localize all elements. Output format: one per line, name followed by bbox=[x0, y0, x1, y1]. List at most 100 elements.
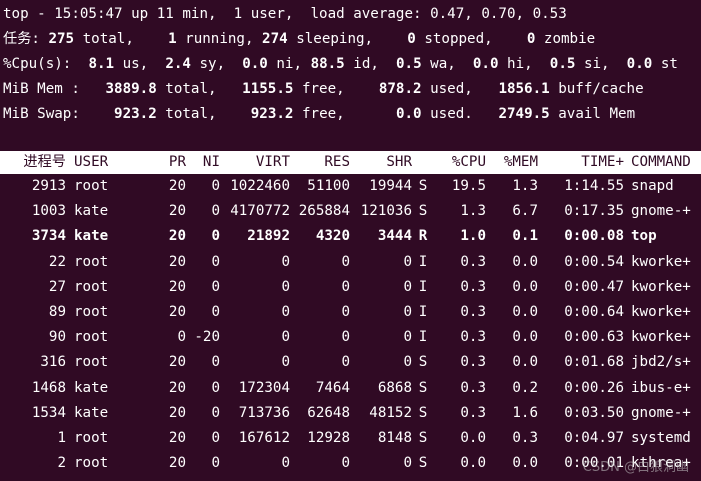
mem-line: MiB Mem : 3889.8 total, 1155.5 free, 878… bbox=[3, 81, 644, 97]
process-row[interactable]: 3734 kate 20 0 21892 4320 3444 R 1.0 0.1 0:00.08 to… bbox=[0, 224, 701, 249]
header-virt[interactable]: VIRT bbox=[220, 151, 290, 174]
process-row[interactable]: 1 root 20 0 167612 12928 8148 S 0.0 0.3 0:04.97 sys… bbox=[0, 426, 701, 451]
cell-ni: 0 bbox=[211, 228, 220, 245]
cell-pr: 20 bbox=[168, 354, 186, 371]
process-row[interactable]: 22 root 20 0 0 0 0 I 0.3 0.0 0:00.54 kworke+ bbox=[0, 250, 701, 275]
cell-cpu: 1.3 bbox=[460, 203, 486, 220]
cell-state: I bbox=[418, 329, 428, 346]
cell-mem: 0.0 bbox=[512, 253, 538, 270]
cell-mem: 0.0 bbox=[512, 304, 538, 321]
cell-command: systemd bbox=[631, 430, 691, 447]
header-user[interactable]: USER bbox=[66, 151, 152, 174]
cell-ni: 0 bbox=[211, 455, 220, 472]
cell-shr: 0 bbox=[403, 304, 412, 321]
cell-time: 0:00.47 bbox=[564, 278, 624, 295]
cell-cpu: 0.0 bbox=[460, 455, 486, 472]
process-row[interactable]: 2 root 20 0 0 0 0 S 0.0 0.0 0:00.01 kthrea+ bbox=[0, 451, 701, 476]
process-row[interactable]: 2913 root 20 0 1022460 51100 19944 S 19.5 1.3 1:14… bbox=[0, 174, 701, 199]
cell-res: 0 bbox=[341, 253, 350, 270]
cell-time: 0:03.50 bbox=[564, 404, 624, 421]
cell-shr: 6868 bbox=[377, 379, 412, 396]
cell-state: S bbox=[418, 203, 428, 220]
cell-command: snapd bbox=[631, 178, 674, 194]
cell-ni: 0 bbox=[211, 203, 220, 220]
cell-user: kate bbox=[74, 404, 109, 421]
cell-command: kworke+ bbox=[631, 304, 691, 321]
process-row[interactable]: 1003 kate 20 0 4170772 265884 121036 S 1.3 6.7 0:1… bbox=[0, 199, 701, 224]
cell-state: S bbox=[418, 379, 428, 396]
cell-res: 0 bbox=[341, 278, 350, 295]
tasks-line: 任务: 275 total, 1 running, 274 sleeping, … bbox=[3, 31, 596, 47]
cell-pid: 1534 bbox=[31, 404, 66, 421]
process-row[interactable]: 316 root 20 0 0 0 0 S 0.3 0.0 0:01.68 jbd2/s+ bbox=[0, 350, 701, 375]
cell-command: jbd2/s+ bbox=[631, 354, 691, 371]
cell-virt: 713736 bbox=[238, 404, 290, 421]
cell-cpu: 0.3 bbox=[460, 329, 486, 346]
cell-pid: 316 bbox=[40, 354, 66, 371]
tasks-total: 275 bbox=[48, 31, 75, 47]
header-mem[interactable]: %MEM bbox=[486, 151, 538, 174]
header-shr[interactable]: SHR bbox=[350, 151, 412, 174]
swap-label: MiB Swap: bbox=[3, 106, 80, 122]
header-pid[interactable]: 进程号 bbox=[0, 151, 66, 174]
cell-pr: 20 bbox=[168, 203, 186, 220]
cell-virt: 1022460 bbox=[230, 178, 290, 194]
cell-user: root bbox=[74, 354, 109, 371]
cell-res: 0 bbox=[341, 304, 350, 321]
cell-pid: 1003 bbox=[31, 203, 66, 220]
process-row[interactable]: 1534 kate 20 0 713736 62648 48152 S 0.3 1.6 0:03.5… bbox=[0, 401, 701, 426]
mem-label: MiB Mem : bbox=[3, 81, 80, 97]
cell-mem: 0.3 bbox=[512, 430, 538, 447]
cell-user: root bbox=[74, 430, 109, 447]
cell-pr: 20 bbox=[168, 178, 186, 194]
terminal-window[interactable]: top - 15:05:47 up 11 min, 1 user, load a… bbox=[0, 0, 701, 481]
header-time[interactable]: TIME+ bbox=[538, 151, 624, 174]
cell-time: 0:00.54 bbox=[564, 253, 624, 270]
cell-shr: 8148 bbox=[377, 430, 412, 447]
header-ni[interactable]: NI bbox=[186, 151, 220, 174]
header-state[interactable] bbox=[412, 151, 434, 174]
cell-command: kworke+ bbox=[631, 329, 691, 346]
cell-time: 0:00.08 bbox=[564, 228, 624, 245]
header-res[interactable]: RES bbox=[290, 151, 350, 174]
cell-virt: 0 bbox=[281, 304, 290, 321]
cell-pid: 3734 bbox=[31, 228, 66, 245]
uptime-text: top - 15:05:47 up 11 min, 1 user, load a… bbox=[3, 6, 567, 22]
cell-state: S bbox=[418, 430, 428, 447]
cell-user: root bbox=[74, 304, 109, 321]
cell-shr: 0 bbox=[403, 455, 412, 472]
cell-pr: 20 bbox=[168, 304, 186, 321]
cell-shr: 0 bbox=[403, 278, 412, 295]
cell-pr: 20 bbox=[168, 379, 186, 396]
cell-ni: 0 bbox=[211, 430, 220, 447]
cell-user: kate bbox=[74, 228, 109, 245]
process-row[interactable]: 90 root 0 -20 0 0 0 I 0.3 0.0 0:00.63 kworke+ bbox=[0, 325, 701, 350]
header-cpu[interactable]: %CPU bbox=[434, 151, 486, 174]
cell-pid: 1 bbox=[57, 430, 66, 447]
cell-time: 0:01.68 bbox=[564, 354, 624, 371]
cell-mem: 1.3 bbox=[512, 178, 538, 194]
cell-res: 0 bbox=[341, 329, 350, 346]
cell-pr: 20 bbox=[168, 430, 186, 447]
cell-time: 0:04.97 bbox=[564, 430, 624, 447]
swap-line: MiB Swap: 923.2 total, 923.2 free, 0.0 u… bbox=[3, 106, 636, 122]
cell-res: 0 bbox=[341, 455, 350, 472]
cell-command: ibus-e+ bbox=[631, 379, 691, 396]
cell-virt: 0 bbox=[281, 329, 290, 346]
header-command[interactable]: COMMAND bbox=[624, 151, 701, 174]
cell-command: top bbox=[631, 228, 657, 245]
cell-res: 51100 bbox=[307, 178, 350, 194]
cell-ni: 0 bbox=[211, 404, 220, 421]
cell-shr: 19944 bbox=[369, 178, 412, 194]
process-row[interactable]: 89 root 20 0 0 0 0 I 0.3 0.0 0:00.64 kworke+ bbox=[0, 300, 701, 325]
process-row[interactable]: 27 root 20 0 0 0 0 I 0.3 0.0 0:00.47 kworke+ bbox=[0, 275, 701, 300]
process-row[interactable]: 1468 kate 20 0 172304 7464 6868 S 0.3 0.2 0:00.26 i… bbox=[0, 376, 701, 401]
tasks-running: 1 bbox=[168, 31, 177, 47]
cell-virt: 167612 bbox=[238, 430, 290, 447]
cell-res: 12928 bbox=[307, 430, 350, 447]
cell-mem: 0.0 bbox=[512, 354, 538, 371]
cell-pr: 20 bbox=[168, 404, 186, 421]
cell-pr: 20 bbox=[168, 228, 186, 245]
header-pr[interactable]: PR bbox=[152, 151, 186, 174]
tasks-label: 任务: bbox=[3, 31, 40, 47]
